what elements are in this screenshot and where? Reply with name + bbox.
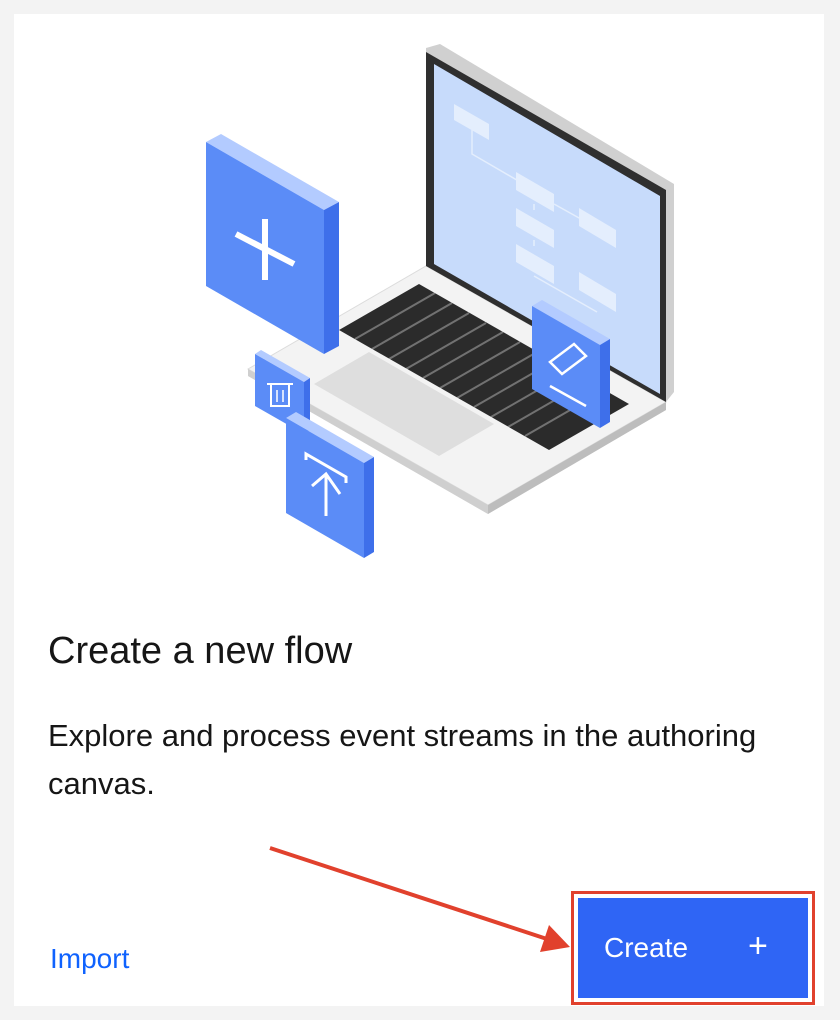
create-button-label: Create (604, 932, 689, 963)
card-title: Create a new flow (48, 630, 353, 672)
card-description: Explore and process event streams in the… (48, 718, 757, 801)
laptop-illustration (206, 44, 674, 558)
plus-icon: + (748, 927, 768, 965)
create-button[interactable]: Create + (578, 898, 808, 998)
import-link[interactable]: Import (50, 939, 129, 979)
plus-icon (206, 134, 339, 354)
create-flow-card: Create a new flow Explore and process ev… (14, 14, 824, 1006)
